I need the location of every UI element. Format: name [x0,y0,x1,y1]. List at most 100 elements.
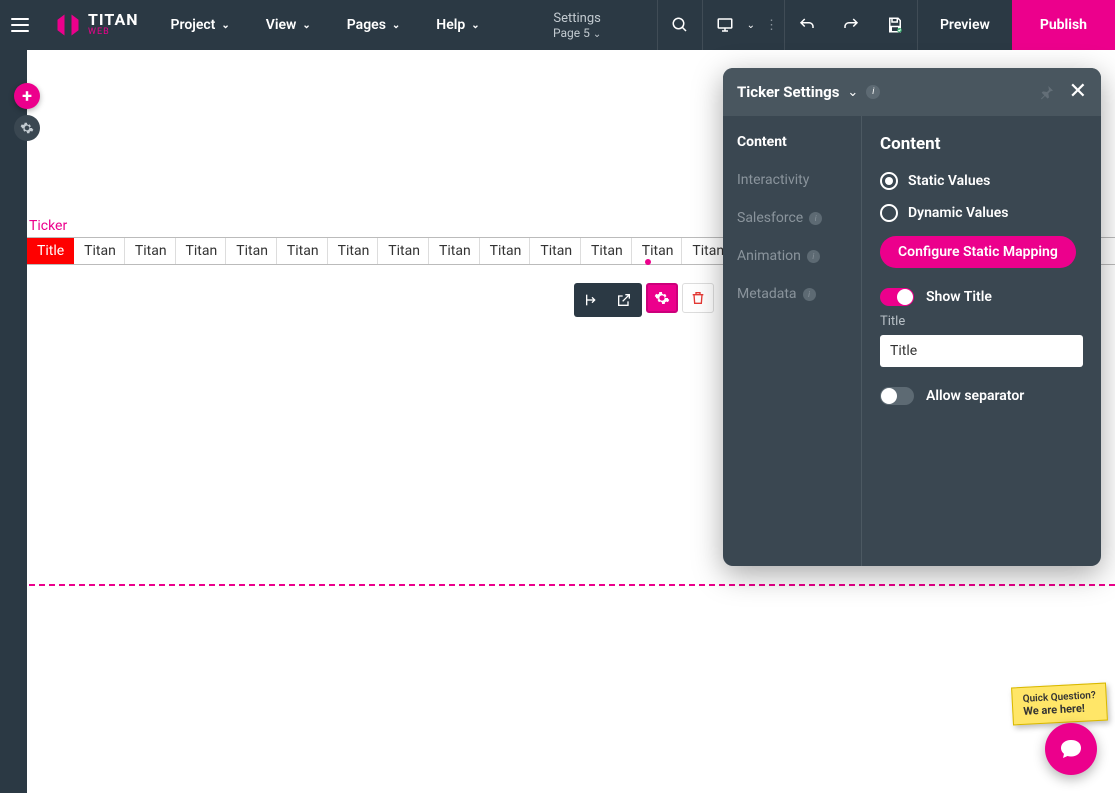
chevron-down-icon[interactable]: ⌄ [847,85,858,100]
save-button[interactable] [873,0,917,50]
radio-dynamic-values[interactable]: Dynamic Values [880,204,1083,222]
nav-content-label: Content [737,134,787,150]
ticker-item: Titan [378,238,429,264]
content-heading: Content [880,134,1083,154]
ticker-item: Titan [581,238,632,264]
element-toolbar-group [574,283,642,317]
toggle-knob [897,289,913,305]
panel-body: Content Interactivity Salesforce i Animat… [723,116,1101,566]
title-field-label: Title [880,314,1083,329]
show-title-toggle[interactable] [880,288,914,306]
panel-content-area: Content Static Values Dynamic Values Con… [861,116,1101,566]
nav-animation-label: Animation [737,248,801,264]
ticker-title-cell: Title [27,238,74,264]
section-boundary [29,584,1115,586]
ticker-item: Titan [480,238,531,264]
publish-label: Publish [1040,17,1087,33]
align-left-button[interactable] [576,285,608,315]
settings-label: Settings [498,11,657,26]
save-icon [886,16,904,34]
open-external-button[interactable] [608,285,640,315]
info-icon[interactable]: i [803,288,816,301]
top-bar: TITAN WEB Project⌄ View⌄ Pages⌄ Help⌄ Se… [0,0,1115,50]
chat-icon [1059,737,1083,761]
gear-icon [654,290,670,306]
chevron-down-icon[interactable]: ⌄ [747,20,759,31]
top-menu: Project ⌄ View ⌄ Pages ⌄ Help⌄ [153,0,498,50]
menu-project-label: Project [171,17,216,33]
allow-separator-row: Allow separator [880,387,1083,405]
preview-button[interactable]: Preview [918,17,1012,33]
title-input[interactable] [880,335,1083,367]
selection-handle[interactable] [645,259,651,265]
logo[interactable]: TITAN WEB [40,11,153,39]
menu-view-label: View [266,17,297,33]
ticker-item: Titan [74,238,125,264]
info-icon[interactable]: i [866,85,880,99]
search-button[interactable] [658,0,702,50]
desktop-icon [716,16,734,34]
trash-icon [690,290,706,306]
show-title-row: Show Title [880,288,1083,306]
undo-icon [798,16,816,34]
menu-help[interactable]: Help⌄ [418,0,497,50]
configure-label: Configure Static Mapping [898,244,1058,260]
help-bubble[interactable]: Quick Question? We are here! [1012,685,1107,723]
delete-element-button[interactable] [682,283,714,313]
preview-label: Preview [940,17,990,33]
chat-button[interactable] [1045,723,1097,775]
redo-icon [842,16,860,34]
configure-static-mapping-button[interactable]: Configure Static Mapping [880,236,1076,268]
menu-view[interactable]: View ⌄ [248,0,329,50]
nav-animation[interactable]: Animation i [737,248,847,264]
help-here-text: We are here! [1023,701,1097,717]
left-rail [0,50,27,793]
menu-project[interactable]: Project ⌄ [153,0,248,50]
hamburger-icon [11,18,29,32]
info-icon[interactable]: i [807,250,820,263]
device-preview-button[interactable] [703,0,747,50]
publish-button[interactable]: Publish [1012,0,1115,50]
allow-separator-toggle[interactable] [880,387,914,405]
menu-help-label: Help [436,17,465,33]
add-element-button[interactable]: + [14,83,40,109]
settings-indicator[interactable]: Settings Page 5 ⌄ [498,11,657,40]
ticker-settings-panel: Ticker Settings ⌄ i ✕ Content Interactiv… [723,68,1101,566]
menu-pages-label: Pages [347,17,386,33]
chevron-down-icon: ⌄ [302,20,310,31]
nav-content[interactable]: Content [737,134,847,150]
ticker-item: Titan [125,238,176,264]
nav-salesforce[interactable]: Salesforce i [737,210,847,226]
redo-button[interactable] [829,0,873,50]
nav-metadata[interactable]: Metadatai [737,286,847,302]
search-icon [671,16,689,34]
hamburger-menu[interactable] [0,18,40,32]
undo-button[interactable] [785,0,829,50]
ticker-item: Titan [530,238,581,264]
panel-title: Ticker Settings [737,83,839,101]
chevron-down-icon: ⌄ [221,20,229,31]
sticky-note: Quick Question? We are here! [1011,682,1108,725]
radio-icon [880,172,898,190]
chevron-down-icon: ⌄ [392,20,400,31]
nav-interactivity[interactable]: Interactivity [737,172,847,188]
panel-header[interactable]: Ticker Settings ⌄ i ✕ [723,68,1101,116]
pin-icon[interactable] [1039,84,1055,100]
info-icon[interactable]: i [809,212,822,225]
chevron-down-icon: ⌄ [593,29,601,40]
element-settings-button[interactable] [646,283,678,313]
logo-text: TITAN [88,13,139,27]
radio-static-values[interactable]: Static Values [880,172,1083,190]
ticker-item: Titan [429,238,480,264]
menu-pages[interactable]: Pages ⌄ [329,0,419,50]
toggle-knob [881,388,897,404]
radio-static-label: Static Values [908,173,990,189]
align-left-icon [584,292,600,308]
show-title-label: Show Title [926,289,992,305]
page-settings-button[interactable] [14,115,40,141]
nav-salesforce-label: Salesforce [737,210,803,226]
gear-icon [20,121,34,135]
close-button[interactable]: ✕ [1069,81,1087,103]
more-options-button[interactable]: ⋮ [759,18,784,33]
ticker-item: Titan [277,238,328,264]
